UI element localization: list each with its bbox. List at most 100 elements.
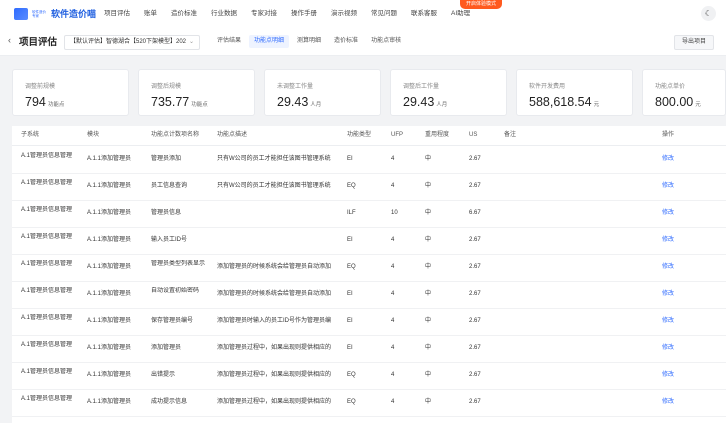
chevron-down-icon: ⌄ [189, 39, 195, 45]
table-cell: 添加管理员的时候系统会给管理员自动添加 [217, 264, 332, 270]
table-cell: 管理员信息 [151, 210, 182, 216]
table-cell: 管理员类型列表显示 [151, 261, 206, 267]
card-unit: 人月 [436, 102, 448, 108]
card-number: 735.77 [151, 95, 190, 109]
edit-link[interactable]: 修改 [662, 227, 692, 254]
chevron-left-icon[interactable]: ‹ [8, 35, 11, 45]
logo-subtitle: 软件造价 专家 [32, 9, 46, 18]
table-row[interactable]: A.1管理员信息管理 A.1.1添加管理员 输入员工ID号 EI 4 中 2.67 修改 [12, 227, 726, 255]
table-cell: EI [347, 291, 353, 297]
table-row[interactable]: A.1管理员信息管理 A.1.1添加管理员 保存管理员编号 添加管理员时输入的员工ID… [12, 308, 726, 336]
table-cell: A.1.1添加管理员 [87, 210, 132, 216]
edit-link[interactable]: 修改 [662, 389, 692, 416]
column-header: UFP [391, 132, 403, 138]
edit-link[interactable]: 修改 [662, 281, 692, 308]
column-header: 功能类型 [347, 132, 372, 138]
card-label: 调整后规模 [151, 84, 182, 90]
table-row[interactable]: A.1管理员信息管理 A.1.1添加管理员 管理员信息 ILF 10 中 6.67 修改 [12, 200, 726, 228]
edit-link[interactable]: 修改 [662, 362, 692, 389]
table-cell: 中 [425, 210, 432, 216]
edit-link[interactable]: 修改 [662, 335, 692, 362]
column-header: 操作 [662, 132, 675, 138]
table-row[interactable]: A.1管理员信息管理 A.1.1添加管理员 成功提示信息 添加管理员过程中，如果出现则… [12, 389, 726, 417]
column-header: 子系统 [21, 132, 40, 138]
edit-link[interactable]: 修改 [662, 308, 692, 335]
table-cell: A.1.1添加管理员 [87, 264, 132, 270]
table-row[interactable]: A.1管理员信息管理 A.1.1添加管理员 自动设置初始密码 添加管理员的时候系统会给… [12, 281, 726, 309]
edit-link[interactable]: 修改 [662, 200, 692, 227]
nav-item[interactable]: 造价标准 [171, 0, 197, 27]
summary-card: 调整前规模 794 功能点 [12, 69, 129, 116]
table-cell: 中 [425, 372, 432, 378]
tab-2[interactable]: 功能点明细 [249, 35, 290, 48]
moon-icon[interactable]: ☾ [701, 6, 716, 21]
table-cell: EI [347, 318, 353, 324]
summary-card: 调整后工作量 29.43 人月 [390, 69, 507, 116]
project-select-value: 【默认评估】智德湖合【520下架模型】202 [70, 39, 187, 45]
card-value: 794 功能点 [25, 95, 64, 109]
card-label: 调整前规模 [25, 84, 56, 90]
tab-1[interactable]: 评估结果 [212, 35, 246, 48]
table-cell: 2.67 [469, 291, 481, 297]
column-header: 重用程度 [425, 132, 450, 138]
nav-item[interactable]: 项目评估 [104, 0, 130, 27]
table-cell: A.1.1添加管理员 [87, 399, 132, 405]
nav-item[interactable]: 常见问题 [371, 0, 397, 27]
table-cell: 添加管理员过程中，如果出现则提供相应的 [217, 399, 332, 405]
table-header: 子系统 模块 功能点计数项名称 功能点描述 功能类型 UFP 重用程度 US 备注 操作 [12, 126, 726, 146]
edit-link[interactable]: 修改 [662, 146, 692, 173]
edit-link[interactable]: 修改 [662, 173, 692, 200]
table-cell: 4 [391, 156, 395, 162]
table-cell: A.1管理员信息管理 [21, 288, 73, 294]
card-number: 29.43 [403, 95, 435, 109]
table-cell: A.1管理员信息管理 [21, 315, 73, 321]
table-cell: 添加管理员时输入的员工ID号作为管理员编 [217, 318, 332, 324]
card-label: 未调整工作量 [277, 84, 314, 90]
tab-4[interactable]: 造价标准 [329, 35, 363, 48]
column-header: 模块 [87, 132, 100, 138]
nav-item[interactable]: 行业数据 [211, 0, 237, 27]
card-unit: 人月 [310, 102, 322, 108]
card-number: 29.43 [277, 95, 309, 109]
table-row[interactable]: A.1管理员信息管理 A.1.1添加管理员 出错提示 添加管理员过程中，如果出现则提供… [12, 362, 726, 390]
project-select[interactable]: 【默认评估】智德湖合【520下架模型】202 ⌄ [64, 35, 201, 50]
table-row[interactable]: A.1管理员信息管理 A.1.1添加管理员 管理员类型列表显示 添加管理员的时候系统会… [12, 254, 726, 282]
table-cell: 中 [425, 399, 432, 405]
card-label: 软件开发费用 [529, 84, 566, 90]
table-cell: 中 [425, 345, 432, 351]
table-cell: 保存管理员编号 [151, 318, 194, 324]
nav-item[interactable]: 专家对接 [251, 0, 277, 27]
card-number: 588,618.54 [529, 95, 592, 109]
card-label: 功能点单价 [655, 84, 686, 90]
card-value: 735.77 功能点 [151, 95, 208, 109]
tab-5[interactable]: 功能点审核 [366, 35, 406, 48]
nav-item[interactable]: 操作手册 [291, 0, 317, 27]
app-logo[interactable]: 软件造价 专家 软件造价喵 [14, 7, 96, 20]
table-cell: A.1.1添加管理员 [87, 237, 132, 243]
table-row[interactable]: A.1管理员信息管理 A.1.1添加管理员 管理员添加 只有W公司的员工才能担任该图书… [12, 146, 726, 174]
table-cell: 2.67 [469, 264, 481, 270]
table-cell: A.1.1添加管理员 [87, 345, 132, 351]
tab-3[interactable]: 测算明细 [292, 35, 326, 48]
export-project-button[interactable]: 导出项目 [674, 35, 715, 50]
table-row[interactable]: A.1管理员信息管理 A.1.1添加管理员 员工信息查询 只有W公司的员工才能担任该图… [12, 173, 726, 201]
table-cell: 出错提示 [151, 372, 176, 378]
nav-item[interactable]: 账单 [144, 0, 157, 27]
column-header: 备注 [504, 132, 517, 138]
table-cell: 4 [391, 237, 395, 243]
edit-link[interactable]: 修改 [662, 254, 692, 281]
table-cell: 输入员工ID号 [151, 237, 188, 243]
table-cell: 6.67 [469, 210, 481, 216]
trial-mode-badge[interactable]: 开启体验模式 [460, 0, 503, 9]
nav-item[interactable]: 演示视频 [331, 0, 357, 27]
table-cell: 2.67 [469, 372, 481, 378]
table-cell: A.1管理员信息管理 [21, 234, 73, 240]
table-row[interactable]: A.1管理员信息管理 A.1.1添加管理员 添加管理员 添加管理员过程中，如果出现则提… [12, 335, 726, 363]
logo-icon [14, 7, 28, 20]
table-cell: 添加管理员过程中，如果出现则提供相应的 [217, 345, 332, 351]
table-cell: 4 [391, 291, 395, 297]
card-value: 29.43 人月 [277, 95, 321, 109]
table-cell: 中 [425, 291, 432, 297]
table-cell: 4 [391, 372, 395, 378]
nav-item[interactable]: 联系客服 [411, 0, 437, 27]
